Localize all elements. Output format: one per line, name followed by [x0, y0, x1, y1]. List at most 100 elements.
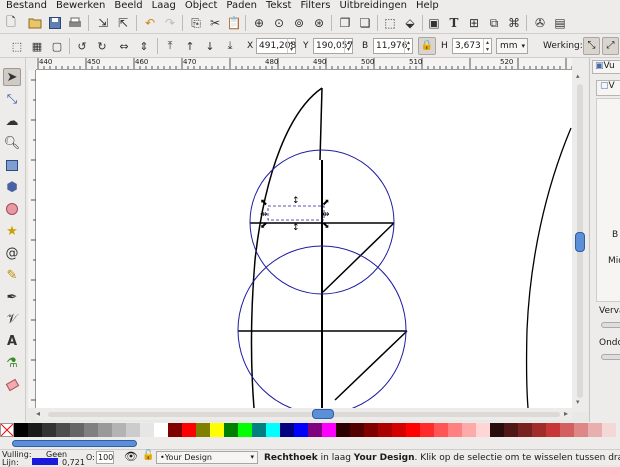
- color-swatch[interactable]: [350, 423, 364, 437]
- document-properties-icon[interactable]: ▤: [552, 15, 568, 31]
- calligraphy-tool-icon[interactable]: 𝒱: [3, 310, 21, 328]
- text-tool-icon[interactable]: A: [3, 332, 21, 350]
- node-tool-icon[interactable]: ⤡: [3, 90, 21, 108]
- color-swatch[interactable]: [266, 423, 280, 437]
- y-field[interactable]: 190,057 ▴ ▾: [313, 38, 353, 54]
- xml-editor-icon[interactable]: ⊞: [466, 15, 482, 31]
- color-swatch[interactable]: [140, 423, 154, 437]
- flip-vertical-icon[interactable]: ⇕: [136, 39, 152, 53]
- cut-icon[interactable]: ✂: [207, 15, 223, 31]
- menu-filters[interactable]: Filters: [300, 0, 330, 12]
- color-swatch[interactable]: [434, 423, 448, 437]
- horizontal-scroll-thumb[interactable]: [312, 409, 334, 419]
- color-swatch[interactable]: [224, 423, 238, 437]
- redo-icon[interactable]: ↷: [162, 15, 178, 31]
- drawing-canvas[interactable]: ⬉ ⬈ ⬋ ⬊ ↕ ↕ ⇹ ⇹: [36, 70, 572, 408]
- group-icon[interactable]: ⬚: [382, 15, 398, 31]
- color-swatch[interactable]: [588, 423, 602, 437]
- text-font-icon[interactable]: T: [446, 15, 462, 31]
- color-swatch[interactable]: [574, 423, 588, 437]
- color-swatch[interactable]: [196, 423, 210, 437]
- layer-select[interactable]: •Your Design ▾: [156, 451, 258, 464]
- color-swatch[interactable]: [70, 423, 84, 437]
- align-icon[interactable]: ⧉: [486, 15, 502, 31]
- stroke-color-swatch[interactable]: [32, 458, 58, 465]
- menu-bestand[interactable]: Bestand: [6, 0, 47, 12]
- no-paint-swatch[interactable]: [0, 423, 14, 437]
- vertical-scrollbar[interactable]: ▴ ▾: [572, 58, 588, 412]
- color-swatch[interactable]: [28, 423, 42, 437]
- color-swatch[interactable]: [14, 423, 28, 437]
- color-swatch[interactable]: [490, 423, 504, 437]
- color-swatch[interactable]: [42, 423, 56, 437]
- fill-stroke-icon[interactable]: ▣: [426, 15, 442, 31]
- color-swatch[interactable]: [504, 423, 518, 437]
- menu-tekst[interactable]: Tekst: [266, 0, 291, 12]
- menu-beeld[interactable]: Beeld: [114, 0, 142, 12]
- color-swatch[interactable]: [98, 423, 112, 437]
- color-swatch[interactable]: [378, 423, 392, 437]
- color-swatch[interactable]: [518, 423, 532, 437]
- dock-subtab[interactable]: ▢V: [596, 80, 620, 96]
- raise-icon[interactable]: ↑: [182, 39, 198, 53]
- color-swatch[interactable]: [182, 423, 196, 437]
- pen-tool-icon[interactable]: ✒: [3, 288, 21, 306]
- eraser-tool-icon[interactable]: [3, 376, 21, 394]
- color-swatch[interactable]: [294, 423, 308, 437]
- pencil-tool-icon[interactable]: ✎: [3, 266, 21, 284]
- open-icon[interactable]: [27, 15, 43, 31]
- rotate-ccw-icon[interactable]: ↺: [74, 39, 90, 53]
- scroll-down-icon[interactable]: ▾: [576, 398, 580, 406]
- height-field[interactable]: 3,673 ▴ ▾: [452, 38, 492, 54]
- zoom-page-icon[interactable]: ⊚: [291, 15, 307, 31]
- color-swatch[interactable]: [210, 423, 224, 437]
- rotate-cw-icon[interactable]: ↻: [94, 39, 110, 53]
- raise-to-top-icon[interactable]: ⤒: [162, 39, 178, 53]
- export-icon[interactable]: ⇱: [115, 15, 131, 31]
- copy-icon[interactable]: ⎘: [188, 15, 204, 31]
- menu-paden[interactable]: Paden: [226, 0, 257, 12]
- zoom-tool-icon[interactable]: 🔍︎: [3, 134, 21, 152]
- x-field[interactable]: 491,208 ▴ ▾: [256, 38, 296, 54]
- transform-icon[interactable]: ⌘: [506, 15, 522, 31]
- layer-visibility-icon[interactable]: 👁: [124, 450, 138, 463]
- color-swatch[interactable]: [336, 423, 350, 437]
- color-swatch[interactable]: [168, 423, 182, 437]
- star-tool-icon[interactable]: ★: [3, 222, 21, 240]
- ungroup-icon[interactable]: ⬙: [402, 15, 418, 31]
- menu-help[interactable]: Help: [416, 0, 439, 12]
- color-swatch[interactable]: [602, 423, 616, 437]
- menu-bewerken[interactable]: Bewerken: [56, 0, 105, 12]
- menu-laag[interactable]: Laag: [152, 0, 176, 12]
- horizontal-scrollbar[interactable]: ◂ ▸: [36, 408, 572, 420]
- scroll-left-icon[interactable]: ◂: [36, 409, 40, 418]
- color-swatch[interactable]: [476, 423, 490, 437]
- color-swatch[interactable]: [364, 423, 378, 437]
- scroll-right-icon[interactable]: ▸: [564, 409, 568, 418]
- selector-tool-icon[interactable]: ➤: [3, 68, 21, 86]
- zoom-selection-icon[interactable]: ⊕: [251, 15, 267, 31]
- select-all-layers-icon[interactable]: ▦: [29, 39, 45, 53]
- color-swatch[interactable]: [322, 423, 336, 437]
- duplicate-icon[interactable]: ❐: [337, 15, 353, 31]
- palette-scrollbar[interactable]: [0, 438, 620, 449]
- import-icon[interactable]: ⇲: [95, 15, 111, 31]
- color-swatch[interactable]: [392, 423, 406, 437]
- color-swatch[interactable]: [154, 423, 168, 437]
- zoom-drawing-icon[interactable]: ⊙: [271, 15, 287, 31]
- scale-stroke-icon[interactable]: ⤡: [583, 37, 600, 55]
- deselect-icon[interactable]: ▢: [49, 39, 65, 53]
- paste-icon[interactable]: 📋: [226, 15, 242, 31]
- color-swatch[interactable]: [280, 423, 294, 437]
- menu-uitbreidingen[interactable]: Uitbreidingen: [339, 0, 407, 12]
- dock-tab[interactable]: ▣Vu: [592, 60, 620, 74]
- new-document-icon[interactable]: 🗋: [3, 15, 19, 31]
- color-swatch[interactable]: [126, 423, 140, 437]
- spray-tool-icon[interactable]: ⚗: [3, 354, 21, 372]
- lower-icon[interactable]: ↓: [202, 39, 218, 53]
- vertical-scroll-thumb[interactable]: [575, 232, 585, 252]
- clone-icon[interactable]: ❏: [357, 15, 373, 31]
- color-swatch[interactable]: [462, 423, 476, 437]
- width-field[interactable]: 11,976 ▴ ▾: [373, 38, 413, 54]
- color-swatch[interactable]: [532, 423, 546, 437]
